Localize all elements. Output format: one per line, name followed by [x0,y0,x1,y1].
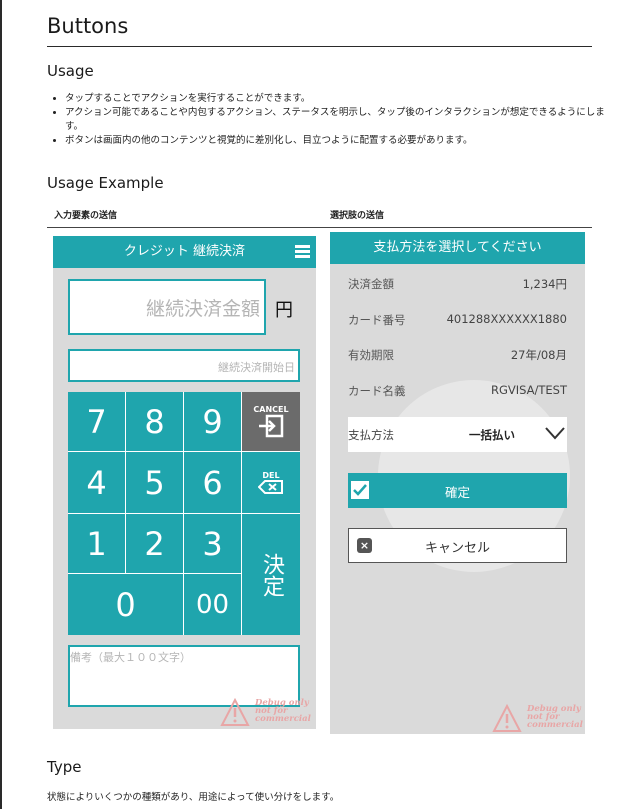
amount-value: 1,234円 [522,277,567,291]
numeric-keypad: 7 8 9 CANCEL 4 5 6 DEL 1 2 3 決定 0 00 [68,392,300,635]
key-1[interactable]: 1 [68,514,125,573]
key-8[interactable]: 8 [126,392,183,451]
title-divider [47,46,592,47]
input-submit-mockup: クレジット 継続決済 継続決済金額 円 継続決済開始日 7 8 9 CANCEL… [53,236,316,729]
example-right-label: 選択肢の送信 [330,211,385,221]
usage-example-heading: Usage Example [47,174,164,192]
mock-header-title: クレジット 継続決済 [123,244,246,259]
key-0[interactable]: 0 [68,574,183,635]
example-divider [47,227,592,228]
mock-header: 支払方法を選択してください [330,232,585,264]
menu-icon[interactable] [295,245,310,259]
amount-label: 決済金額 [348,277,394,291]
debug-watermark: Debug only not for commercial [492,702,585,734]
cancel-key-label: CANCEL [253,405,289,414]
debug-line-3: commercial [255,714,311,724]
mock-header: クレジット 継続決済 [53,236,316,268]
currency-label: 円 [275,300,293,321]
start-date-input[interactable]: 継続決済開始日 [68,349,300,382]
kettei-key[interactable]: 決定 [242,514,300,635]
usage-bullet-3: ボタンは画面内の他のコンテンツと視覚的に差別化し、目立つように配置する必要があり… [65,134,613,148]
type-heading: Type [47,758,82,776]
card-number-label: カード番号 [348,313,406,327]
confirm-button[interactable]: 確定 [348,473,567,508]
key-7[interactable]: 7 [68,392,125,451]
left-border [0,0,2,809]
backspace-icon [258,480,283,494]
example-left-label: 入力要素の送信 [54,211,118,221]
delete-key-label: DEL [262,471,280,480]
amount-input[interactable]: 継続決済金額 [68,279,266,335]
cancel-button[interactable]: × キャンセル [348,528,567,563]
cancel-label: キャンセル [424,541,490,556]
start-date-placeholder: 継続決済開始日 [218,361,295,374]
cancel-enter-icon [259,414,284,438]
key-4[interactable]: 4 [68,452,125,513]
page-title: Buttons [47,14,129,38]
warning-icon [492,704,522,732]
usage-list: タップすることでアクションを実行することができます。 アクション可能であることや… [47,92,613,148]
debug-watermark: Debug only not for commercial [220,696,316,729]
chevron-down-icon [545,427,565,440]
delete-key[interactable]: DEL [242,452,300,513]
debug-text: Debug only not for commercial [527,705,583,730]
key-3[interactable]: 3 [184,514,241,573]
debug-line-3: commercial [527,720,583,730]
card-holder-label: カード名義 [348,384,406,398]
amount-placeholder: 継続決済金額 [145,298,260,320]
key-2[interactable]: 2 [126,514,183,573]
confirm-label: 確定 [444,485,470,500]
key-00[interactable]: 00 [184,574,241,635]
usage-heading: Usage [47,62,94,80]
payment-method-label: 支払方法 [348,428,394,442]
card-holder-value: RGVISA/TEST [490,383,567,397]
choice-submit-mockup: 支払方法を選択してください 決済金額 1,234円 カード番号 401288XX… [330,232,585,734]
key-5[interactable]: 5 [126,452,183,513]
card-number-value: 401288XXXXXX1880 [446,312,567,326]
key-6[interactable]: 6 [184,452,241,513]
usage-bullet-2: アクション可能であることや内包するアクション、ステータスを明示し、タップ後のイン… [65,106,613,134]
debug-text: Debug only not for commercial [255,699,311,724]
key-9[interactable]: 9 [184,392,241,451]
notes-placeholder: 備考（最大１００文字） [70,651,191,664]
payment-method-value: 一括払い [469,428,515,442]
warning-icon [220,698,250,726]
cancel-key[interactable]: CANCEL [242,392,300,451]
usage-bullet-1: タップすることでアクションを実行することができます。 [65,92,613,106]
type-description: 状態によりいくつかの種類があり、用途によって使い分けをします。 [47,792,340,803]
payment-method-select[interactable]: 支払方法 一括払い [348,417,567,452]
expiry-label: 有効期限 [348,348,394,362]
expiry-value: 27年/08月 [510,348,567,362]
